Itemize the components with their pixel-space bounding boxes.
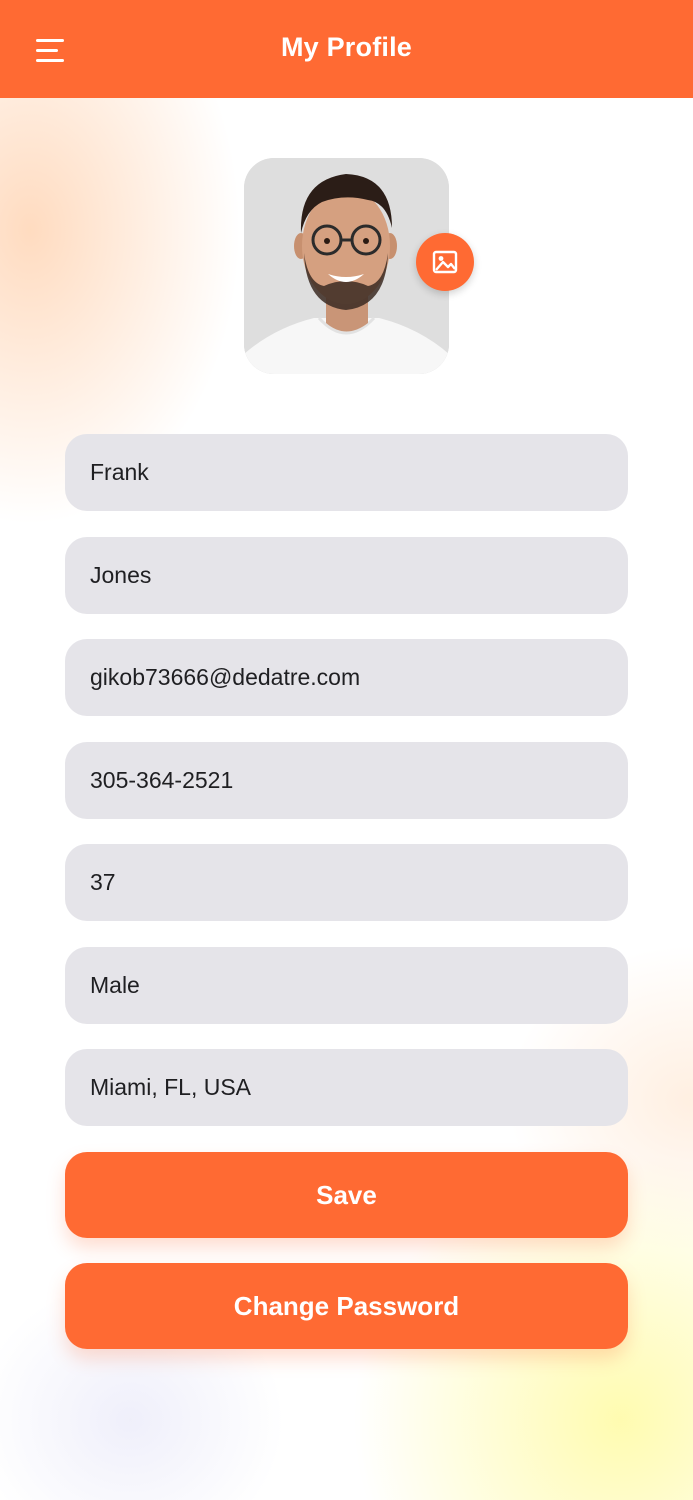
location-field-container [65, 1049, 628, 1126]
age-field[interactable] [65, 844, 628, 921]
first-name-field-container [65, 434, 628, 511]
age-field-container [65, 844, 628, 921]
email-field-container [65, 639, 628, 716]
location-field[interactable] [65, 1049, 628, 1126]
last-name-field-container [65, 537, 628, 614]
change-photo-button[interactable] [416, 233, 474, 291]
gender-field[interactable] [65, 947, 628, 1024]
image-icon [432, 250, 458, 274]
page-title: My Profile [280, 32, 413, 62]
profile-form-container: Save Change Password [0, 0, 693, 1500]
change-password-button[interactable]: Change Password [65, 1263, 628, 1349]
phone-field[interactable] [65, 742, 628, 819]
app-header: My Profile [0, 0, 693, 98]
last-name-field[interactable] [65, 537, 628, 614]
gender-field-container [65, 947, 628, 1024]
phone-field-container [65, 742, 628, 819]
first-name-field[interactable] [65, 434, 628, 511]
email-field[interactable] [65, 639, 628, 716]
save-button[interactable]: Save [65, 1152, 628, 1238]
